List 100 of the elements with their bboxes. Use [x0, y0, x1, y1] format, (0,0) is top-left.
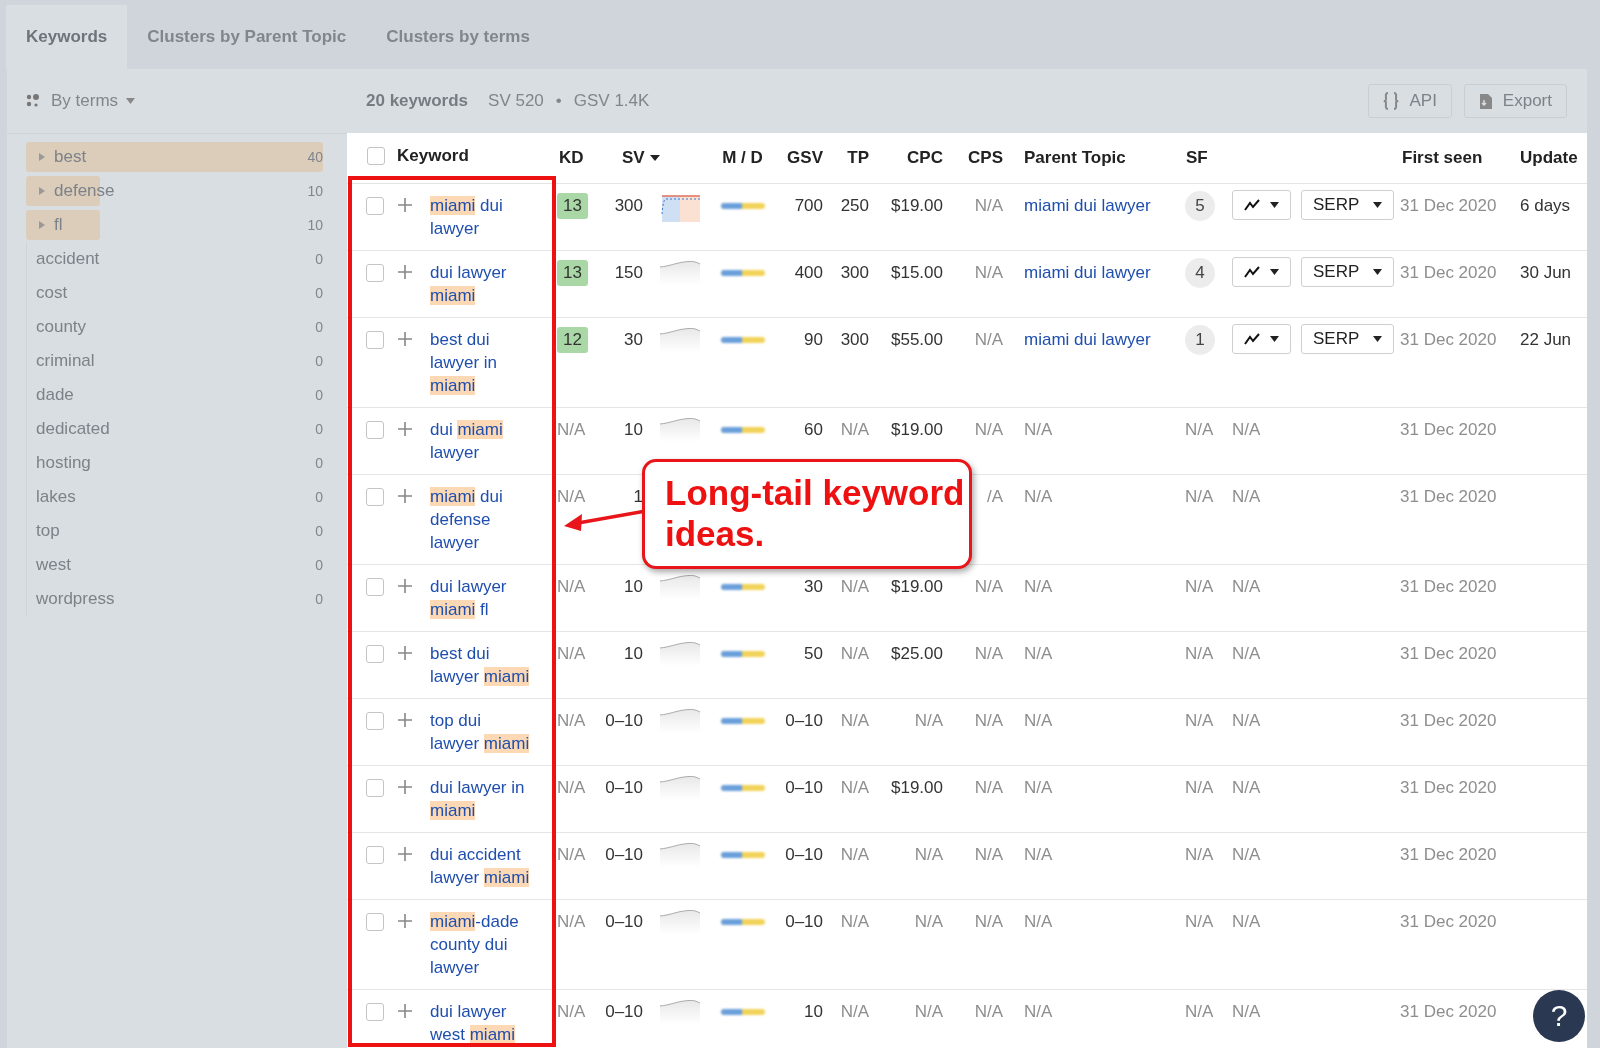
caret-icon: [1373, 202, 1383, 208]
table-cell: N/A: [1232, 778, 1261, 797]
keyword-link[interactable]: best dui lawyer in miami: [430, 328, 532, 397]
keyword-link[interactable]: miami-dade county dui lawyer: [430, 910, 532, 979]
serp-dropdown-button[interactable]: SERP: [1301, 257, 1395, 287]
column-header[interactable]: CPS: [968, 148, 1003, 168]
table-cell: N/A: [840, 845, 869, 864]
column-header[interactable]: KD: [559, 148, 584, 168]
caret-icon: [1270, 269, 1279, 275]
row-checkbox[interactable]: [366, 331, 384, 349]
row-checkbox[interactable]: [366, 578, 384, 596]
row-checkbox[interactable]: [366, 421, 384, 439]
table-cell: N/A: [840, 778, 869, 797]
first-seen-date: 31 Dec 2020: [1400, 420, 1497, 439]
term-label: fl: [54, 215, 64, 235]
add-icon[interactable]: [398, 780, 412, 794]
add-icon[interactable]: [398, 914, 412, 928]
table-cell: N/A: [974, 420, 1003, 439]
column-header[interactable]: M / D: [722, 148, 763, 168]
add-icon[interactable]: [398, 713, 412, 727]
column-header[interactable]: CPC: [907, 148, 943, 168]
add-icon[interactable]: [398, 847, 412, 861]
row-checkbox[interactable]: [366, 913, 384, 931]
term-count: 0: [315, 523, 323, 539]
keyword-link[interactable]: dui lawyer miami: [430, 261, 532, 307]
term-label: cost: [36, 283, 69, 303]
mobile-desktop-bar: [719, 335, 766, 345]
keyword-link[interactable]: best dui lawyer miami: [430, 642, 532, 688]
mobile-desktop-bar: [719, 917, 766, 927]
term-label: lakes: [36, 487, 77, 507]
table-cell: N/A: [1232, 845, 1261, 864]
parent-topic-link[interactable]: miami dui lawyer: [1024, 330, 1151, 349]
add-icon[interactable]: [398, 489, 412, 503]
table-cell: N/A: [974, 778, 1003, 797]
row-checkbox[interactable]: [366, 645, 384, 663]
column-header[interactable]: Update: [1520, 148, 1578, 168]
select-all-checkbox[interactable]: [367, 147, 385, 165]
add-icon[interactable]: [398, 1004, 412, 1018]
table-cell: N/A: [840, 912, 869, 931]
parent-topic-link[interactable]: miami dui lawyer: [1024, 196, 1151, 215]
table-cell: $19.00: [891, 196, 943, 215]
table-cell: 90: [804, 330, 823, 349]
keyword-link[interactable]: miami dui lawyer: [430, 194, 532, 240]
table-cell: N/A: [840, 577, 869, 596]
add-icon[interactable]: [398, 332, 412, 346]
term-label: best: [54, 147, 88, 167]
table-cell: N/A: [1185, 778, 1214, 797]
column-header[interactable]: SV: [622, 148, 660, 168]
column-header[interactable]: TP: [847, 148, 869, 168]
column-header[interactable]: First seen: [1402, 148, 1483, 168]
keyword-link[interactable]: dui lawyer miami fl: [430, 575, 532, 621]
column-header[interactable]: GSV: [787, 148, 823, 168]
row-checkbox[interactable]: [366, 712, 384, 730]
parent-topic-link[interactable]: miami dui lawyer: [1024, 263, 1151, 282]
table-cell: N/A: [1185, 1002, 1214, 1021]
chart-dropdown-button[interactable]: [1232, 324, 1291, 354]
table-cell: 0–10: [785, 778, 823, 797]
table-cell: N/A: [840, 1002, 869, 1021]
serp-dropdown-button[interactable]: SERP: [1301, 324, 1395, 354]
table-cell: 30: [804, 577, 823, 596]
table-cell: N/A: [914, 1002, 943, 1021]
table-cell: $25.00: [891, 644, 943, 663]
row-checkbox[interactable]: [366, 264, 384, 282]
add-icon[interactable]: [398, 265, 412, 279]
table-cell: $19.00: [891, 577, 943, 596]
row-checkbox[interactable]: [366, 197, 384, 215]
column-header[interactable]: Keyword: [397, 146, 469, 166]
keyword-link[interactable]: dui lawyer west miami: [430, 1000, 532, 1046]
mobile-desktop-bar: [719, 268, 766, 278]
keyword-link[interactable]: miami dui defense lawyer: [430, 485, 532, 554]
add-icon[interactable]: [398, 422, 412, 436]
add-icon[interactable]: [398, 646, 412, 660]
add-icon[interactable]: [398, 579, 412, 593]
first-seen-date: 31 Dec 2020: [1400, 196, 1497, 215]
row-checkbox[interactable]: [366, 1003, 384, 1021]
row-checkbox[interactable]: [366, 488, 384, 506]
add-icon[interactable]: [398, 198, 412, 212]
keyword-link[interactable]: dui accident lawyer miami: [430, 843, 532, 889]
chart-dropdown-button[interactable]: [1232, 190, 1291, 220]
table-cell: N/A: [914, 845, 943, 864]
term-count: 0: [315, 591, 323, 607]
difficulty-badge: 13: [557, 260, 588, 286]
keyword-link[interactable]: dui lawyer in miami: [430, 776, 532, 822]
table-cell: /A: [986, 487, 1003, 506]
table-cell: N/A: [1024, 711, 1053, 730]
row-checkbox[interactable]: [366, 779, 384, 797]
row-checkbox[interactable]: [366, 846, 384, 864]
column-header[interactable]: SF: [1186, 148, 1208, 168]
table-cell: $55.00: [891, 330, 943, 349]
serp-features-count: 4: [1185, 258, 1215, 288]
serp-dropdown-button[interactable]: SERP: [1301, 190, 1395, 220]
table-cell: 1: [633, 487, 643, 506]
keyword-link[interactable]: top dui lawyer miami: [430, 709, 532, 755]
table-cell: N/A: [1185, 711, 1214, 730]
keyword-link[interactable]: dui miami lawyer: [430, 418, 532, 464]
table-cell: N/A: [557, 912, 586, 931]
caret-icon: [1270, 336, 1279, 342]
chart-dropdown-button[interactable]: [1232, 257, 1291, 287]
first-seen-date: 31 Dec 2020: [1400, 845, 1497, 864]
column-header[interactable]: Parent Topic: [1024, 148, 1126, 168]
